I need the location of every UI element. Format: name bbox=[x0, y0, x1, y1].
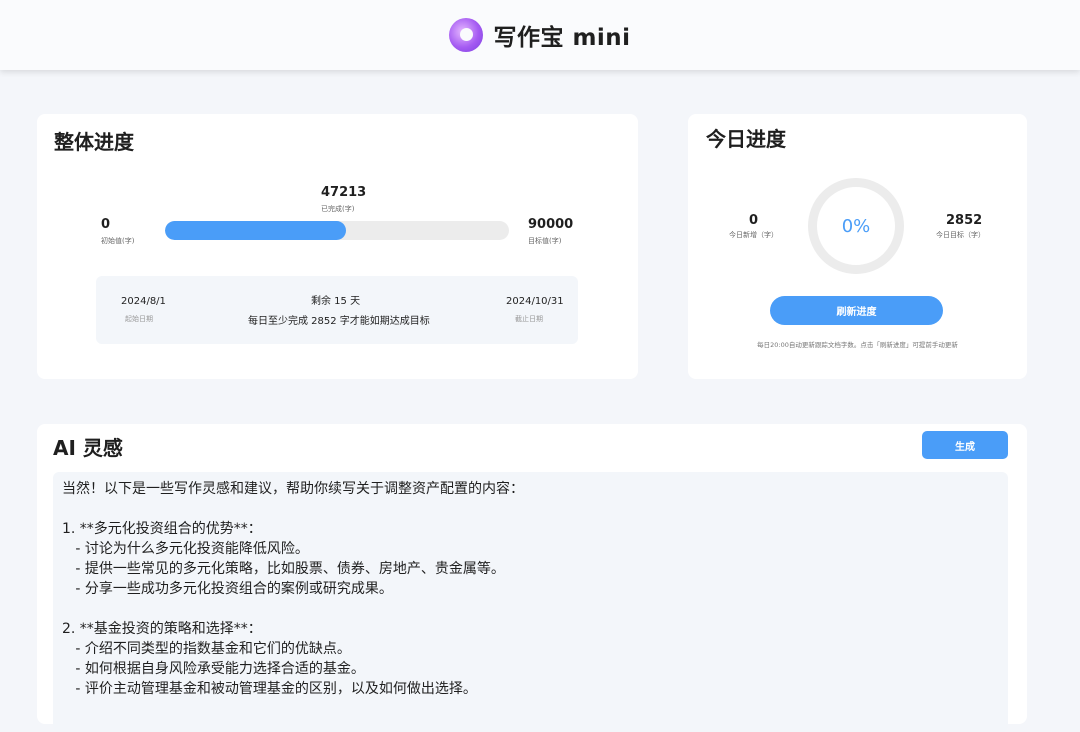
end-date: 2024/10/31 bbox=[506, 296, 564, 307]
start-value-label: 初始值(字) bbox=[101, 237, 135, 245]
overall-progress-title: 整体进度 bbox=[54, 130, 134, 154]
ai-output-line: 当然！以下是一些写作灵感和建议，帮助你续写关于调整资产配置的内容： bbox=[62, 481, 524, 497]
ai-output-line: 1. **多元化投资组合的优势**： bbox=[62, 521, 262, 537]
ai-output-line: - 介绍不同类型的指数基金和它们的优缺点。 bbox=[62, 641, 351, 657]
ai-output-box: 当然！以下是一些写作灵感和建议，帮助你续写关于调整资产配置的内容： 1. **多元… bbox=[53, 472, 1008, 732]
ai-output-line: 2. **基金投资的策略和选择**： bbox=[62, 621, 262, 637]
today-goal-value: 2852 bbox=[946, 213, 983, 228]
target-value-label: 目标值(字) bbox=[528, 237, 562, 245]
start-date: 2024/8/1 bbox=[121, 296, 166, 307]
today-progress-title: 今日进度 bbox=[706, 127, 786, 151]
ai-output-line: - 提供一些常见的多元化策略，比如股票、债券、房地产、贵金属等。 bbox=[62, 561, 505, 577]
overall-progress-card: 整体进度 0 初始值(字) 47213 已完成(字) 90000 目标值(字) … bbox=[37, 114, 638, 379]
today-goal-label: 今日目标（字） bbox=[936, 231, 985, 239]
remaining-days: 剩余 15 天 bbox=[311, 296, 361, 307]
today-percent: 0% bbox=[841, 215, 871, 237]
app-title: 写作宝 mini bbox=[493, 25, 631, 51]
target-value: 90000 bbox=[528, 217, 574, 232]
schedule-info-box: 2024/8/1 起始日期 剩余 15 天 每日至少完成 2852 字才能如期达… bbox=[96, 276, 578, 344]
ai-inspiration-title: AI 灵感 bbox=[53, 436, 123, 460]
refresh-progress-button[interactable]: 刷新进度 bbox=[770, 296, 943, 325]
today-progress-ring: 0% bbox=[808, 178, 904, 274]
ai-inspiration-card: AI 灵感 生成 当然！以下是一些写作灵感和建议，帮助你续写关于调整资产配置的内… bbox=[37, 424, 1027, 732]
completed-value: 47213 bbox=[321, 185, 367, 200]
today-new-label: 今日新增（字） bbox=[729, 231, 778, 239]
app-logo-icon bbox=[449, 18, 484, 52]
ai-output-line: - 讨论为什么多元化投资能降低风险。 bbox=[62, 541, 309, 557]
daily-requirement: 每日至少完成 2852 字才能如期达成目标 bbox=[248, 316, 430, 327]
today-progress-card: 今日进度 0 今日新增（字） 0% 2852 今日目标（字） 刷新进度 每日20… bbox=[688, 114, 1027, 379]
start-date-label: 起始日期 bbox=[125, 315, 153, 323]
overall-progress-bar bbox=[165, 221, 509, 240]
overall-progress-fill bbox=[165, 221, 346, 240]
ai-output-line: - 分享一些成功多元化投资组合的案例或研究成果。 bbox=[62, 581, 393, 597]
today-new-value: 0 bbox=[749, 213, 759, 228]
ai-output-line: - 如何根据自身风险承受能力选择合适的基金。 bbox=[62, 661, 365, 677]
brand: 写作宝 mini bbox=[449, 18, 630, 52]
app-header: 写作宝 mini bbox=[0, 0, 1080, 70]
completed-value-label: 已完成(字) bbox=[321, 205, 355, 213]
auto-update-hint: 每日20:00自动更新跟踪文档字数。点击「刷新进度」可提前手动更新 bbox=[757, 341, 958, 349]
end-date-label: 截止日期 bbox=[515, 315, 543, 323]
start-value: 0 bbox=[101, 217, 111, 232]
ai-output-line: - 评价主动管理基金和被动管理基金的区别，以及如何做出选择。 bbox=[62, 681, 477, 697]
generate-button[interactable]: 生成 bbox=[922, 431, 1008, 459]
